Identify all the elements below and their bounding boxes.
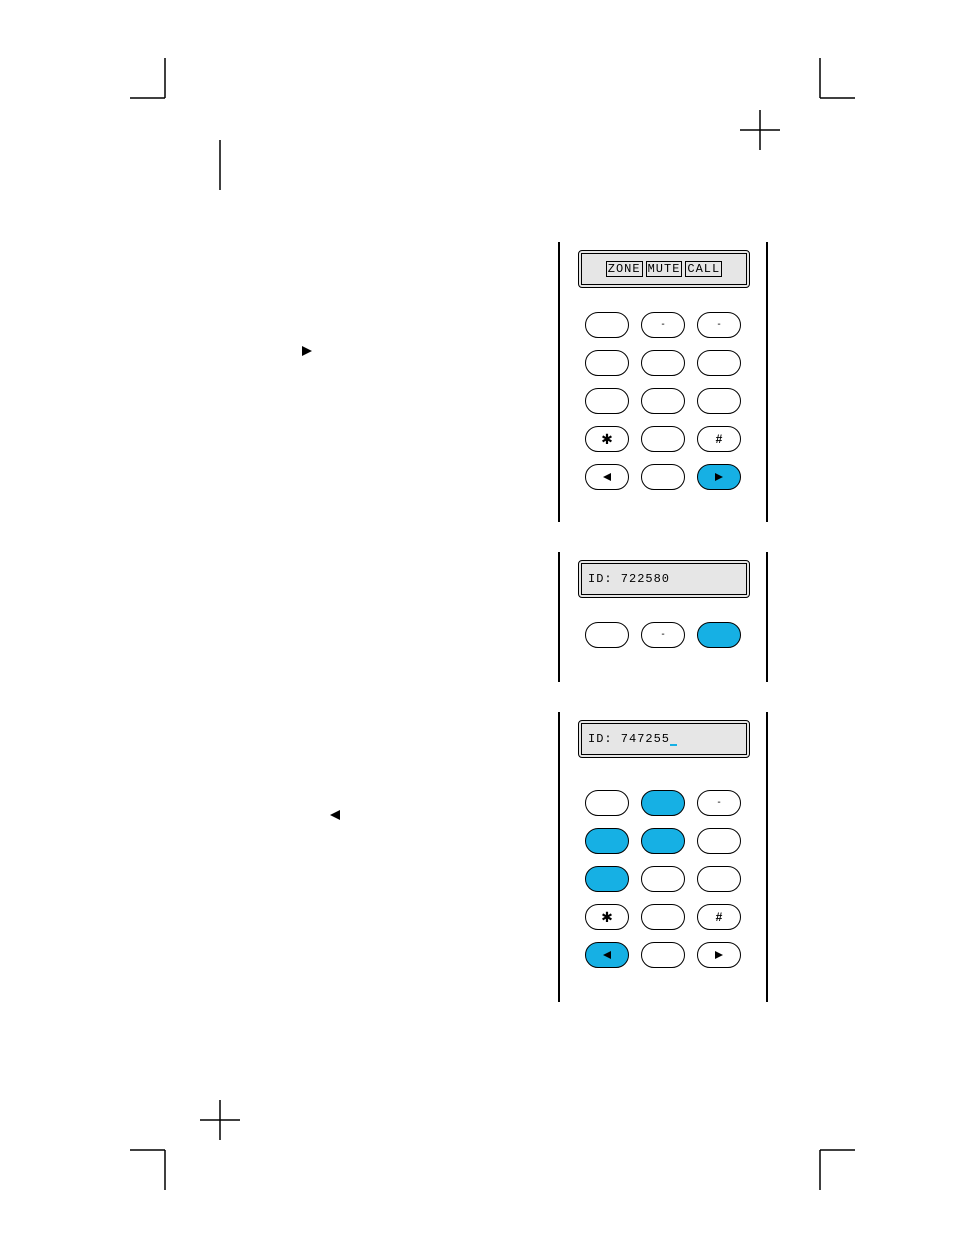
arrow-right-icon xyxy=(302,346,316,356)
lcd-text-3: ID: 747255 xyxy=(582,732,677,746)
lcd-cursor xyxy=(670,744,677,746)
keypad-key[interactable]: - xyxy=(697,790,741,816)
keypad-panel-3: ID: 747255 - ✱ # xyxy=(558,712,768,1002)
keypad-panel-1: ZONE MUTE CALL - - ✱ # xyxy=(558,242,768,522)
keypad-panel-2: ID: 722580 - xyxy=(558,552,768,682)
crop-mark-br xyxy=(785,1120,855,1190)
lcd-display-3: ID: 747255 xyxy=(578,720,750,758)
dash-icon: - xyxy=(661,629,664,640)
keypad-key[interactable] xyxy=(641,866,685,892)
dash-icon: - xyxy=(717,319,720,330)
keypad-key[interactable] xyxy=(585,942,629,968)
crop-tick-top xyxy=(210,140,230,190)
dash-icon: - xyxy=(717,797,720,808)
keypad-key[interactable]: - xyxy=(641,622,685,648)
keypad-key[interactable] xyxy=(697,350,741,376)
crop-mark-bl xyxy=(130,1120,200,1190)
keypad-key[interactable] xyxy=(697,942,741,968)
keypad-key[interactable]: ✱ xyxy=(585,426,629,452)
keypad-key[interactable]: # xyxy=(697,426,741,452)
lcd-display-1: ZONE MUTE CALL xyxy=(578,250,750,288)
keypad-key[interactable] xyxy=(585,828,629,854)
registration-cross-bl xyxy=(200,1100,240,1140)
star-icon: ✱ xyxy=(601,909,613,926)
keypad-key[interactable] xyxy=(697,388,741,414)
keypad-grid-2: - xyxy=(558,622,768,648)
keypad-key[interactable] xyxy=(585,350,629,376)
keypad-key[interactable] xyxy=(585,464,629,490)
keypad-key[interactable]: # xyxy=(697,904,741,930)
keypad-key[interactable] xyxy=(641,388,685,414)
lcd-display-2: ID: 722580 xyxy=(578,560,750,598)
keypad-key[interactable] xyxy=(641,904,685,930)
dash-icon: - xyxy=(661,319,664,330)
keypad-key[interactable] xyxy=(585,388,629,414)
keypad-key[interactable] xyxy=(697,828,741,854)
keypad-grid-1: - - ✱ # xyxy=(558,312,768,490)
keypad-key[interactable] xyxy=(641,426,685,452)
keypad-key[interactable] xyxy=(585,866,629,892)
keypad-key[interactable] xyxy=(641,350,685,376)
keypad-key[interactable]: - xyxy=(697,312,741,338)
keypad-key[interactable] xyxy=(697,464,741,490)
keypad-key[interactable] xyxy=(697,866,741,892)
star-icon: ✱ xyxy=(601,431,613,448)
crop-mark-tr xyxy=(785,58,855,128)
keypad-key[interactable] xyxy=(585,790,629,816)
hash-icon: # xyxy=(716,910,723,924)
lcd-item-call: CALL xyxy=(685,261,722,277)
lcd-text-2: ID: 722580 xyxy=(582,572,670,586)
arrow-left-icon xyxy=(330,810,344,820)
hash-icon: # xyxy=(716,432,723,446)
keypad-key[interactable] xyxy=(697,622,741,648)
registration-cross-tr xyxy=(740,110,780,150)
keypad-key[interactable] xyxy=(641,942,685,968)
keypad-key[interactable] xyxy=(641,790,685,816)
lcd-item-zone: ZONE xyxy=(606,261,643,277)
keypad-key[interactable] xyxy=(641,464,685,490)
crop-mark-tl xyxy=(130,58,200,128)
keypad-key[interactable] xyxy=(641,828,685,854)
keypad-key[interactable] xyxy=(585,622,629,648)
keypad-grid-3: - ✱ # xyxy=(558,790,768,968)
keypad-key[interactable] xyxy=(585,312,629,338)
keypad-key[interactable]: ✱ xyxy=(585,904,629,930)
keypad-key[interactable]: - xyxy=(641,312,685,338)
lcd-item-mute: MUTE xyxy=(646,261,683,277)
